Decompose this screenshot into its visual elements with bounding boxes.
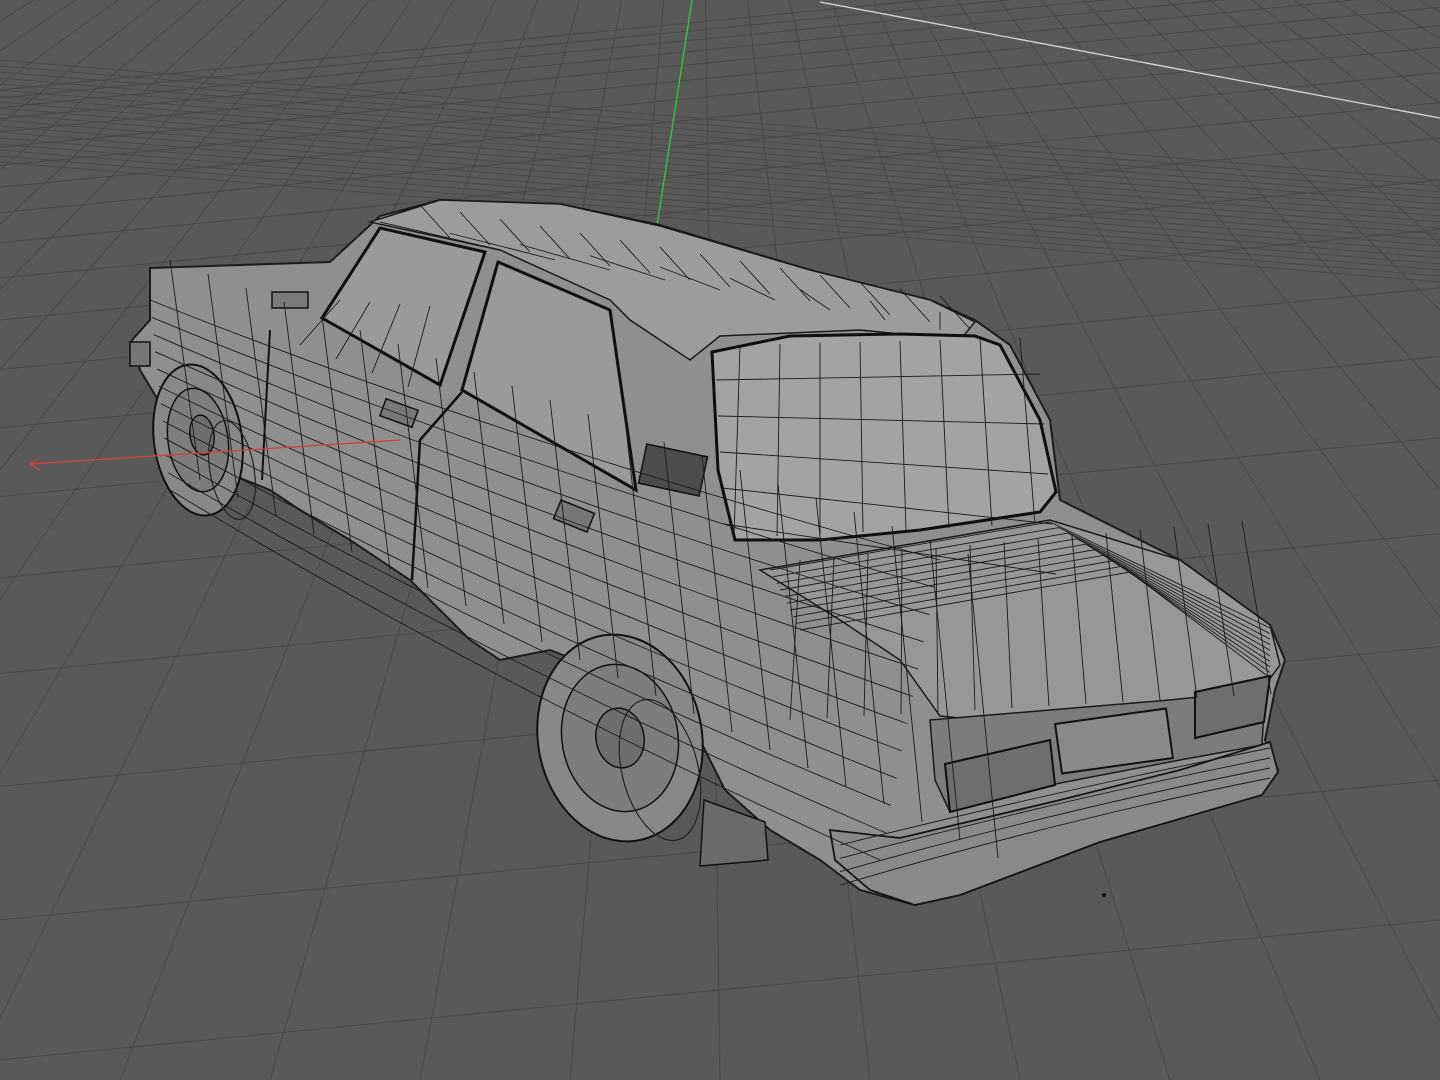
grid-line [0, 919, 1440, 1061]
3d-viewport[interactable] [0, 0, 1440, 1080]
horizon-reference-line [819, 1, 1440, 119]
sedan-wireframe-model[interactable] [129, 198, 1287, 907]
vertex-dot [1102, 893, 1106, 897]
y-axis-line-icon [655, 0, 693, 233]
grid-line [0, 0, 1111, 108]
front-bumper-light [129, 341, 151, 367]
grid-line [0, 25, 1440, 167]
rear-window [710, 332, 1058, 542]
grid-line [0, 0, 1225, 120]
side-mirror [271, 291, 309, 309]
grid-line [0, 46, 1440, 188]
viewport-canvas[interactable] [0, 0, 1440, 1080]
